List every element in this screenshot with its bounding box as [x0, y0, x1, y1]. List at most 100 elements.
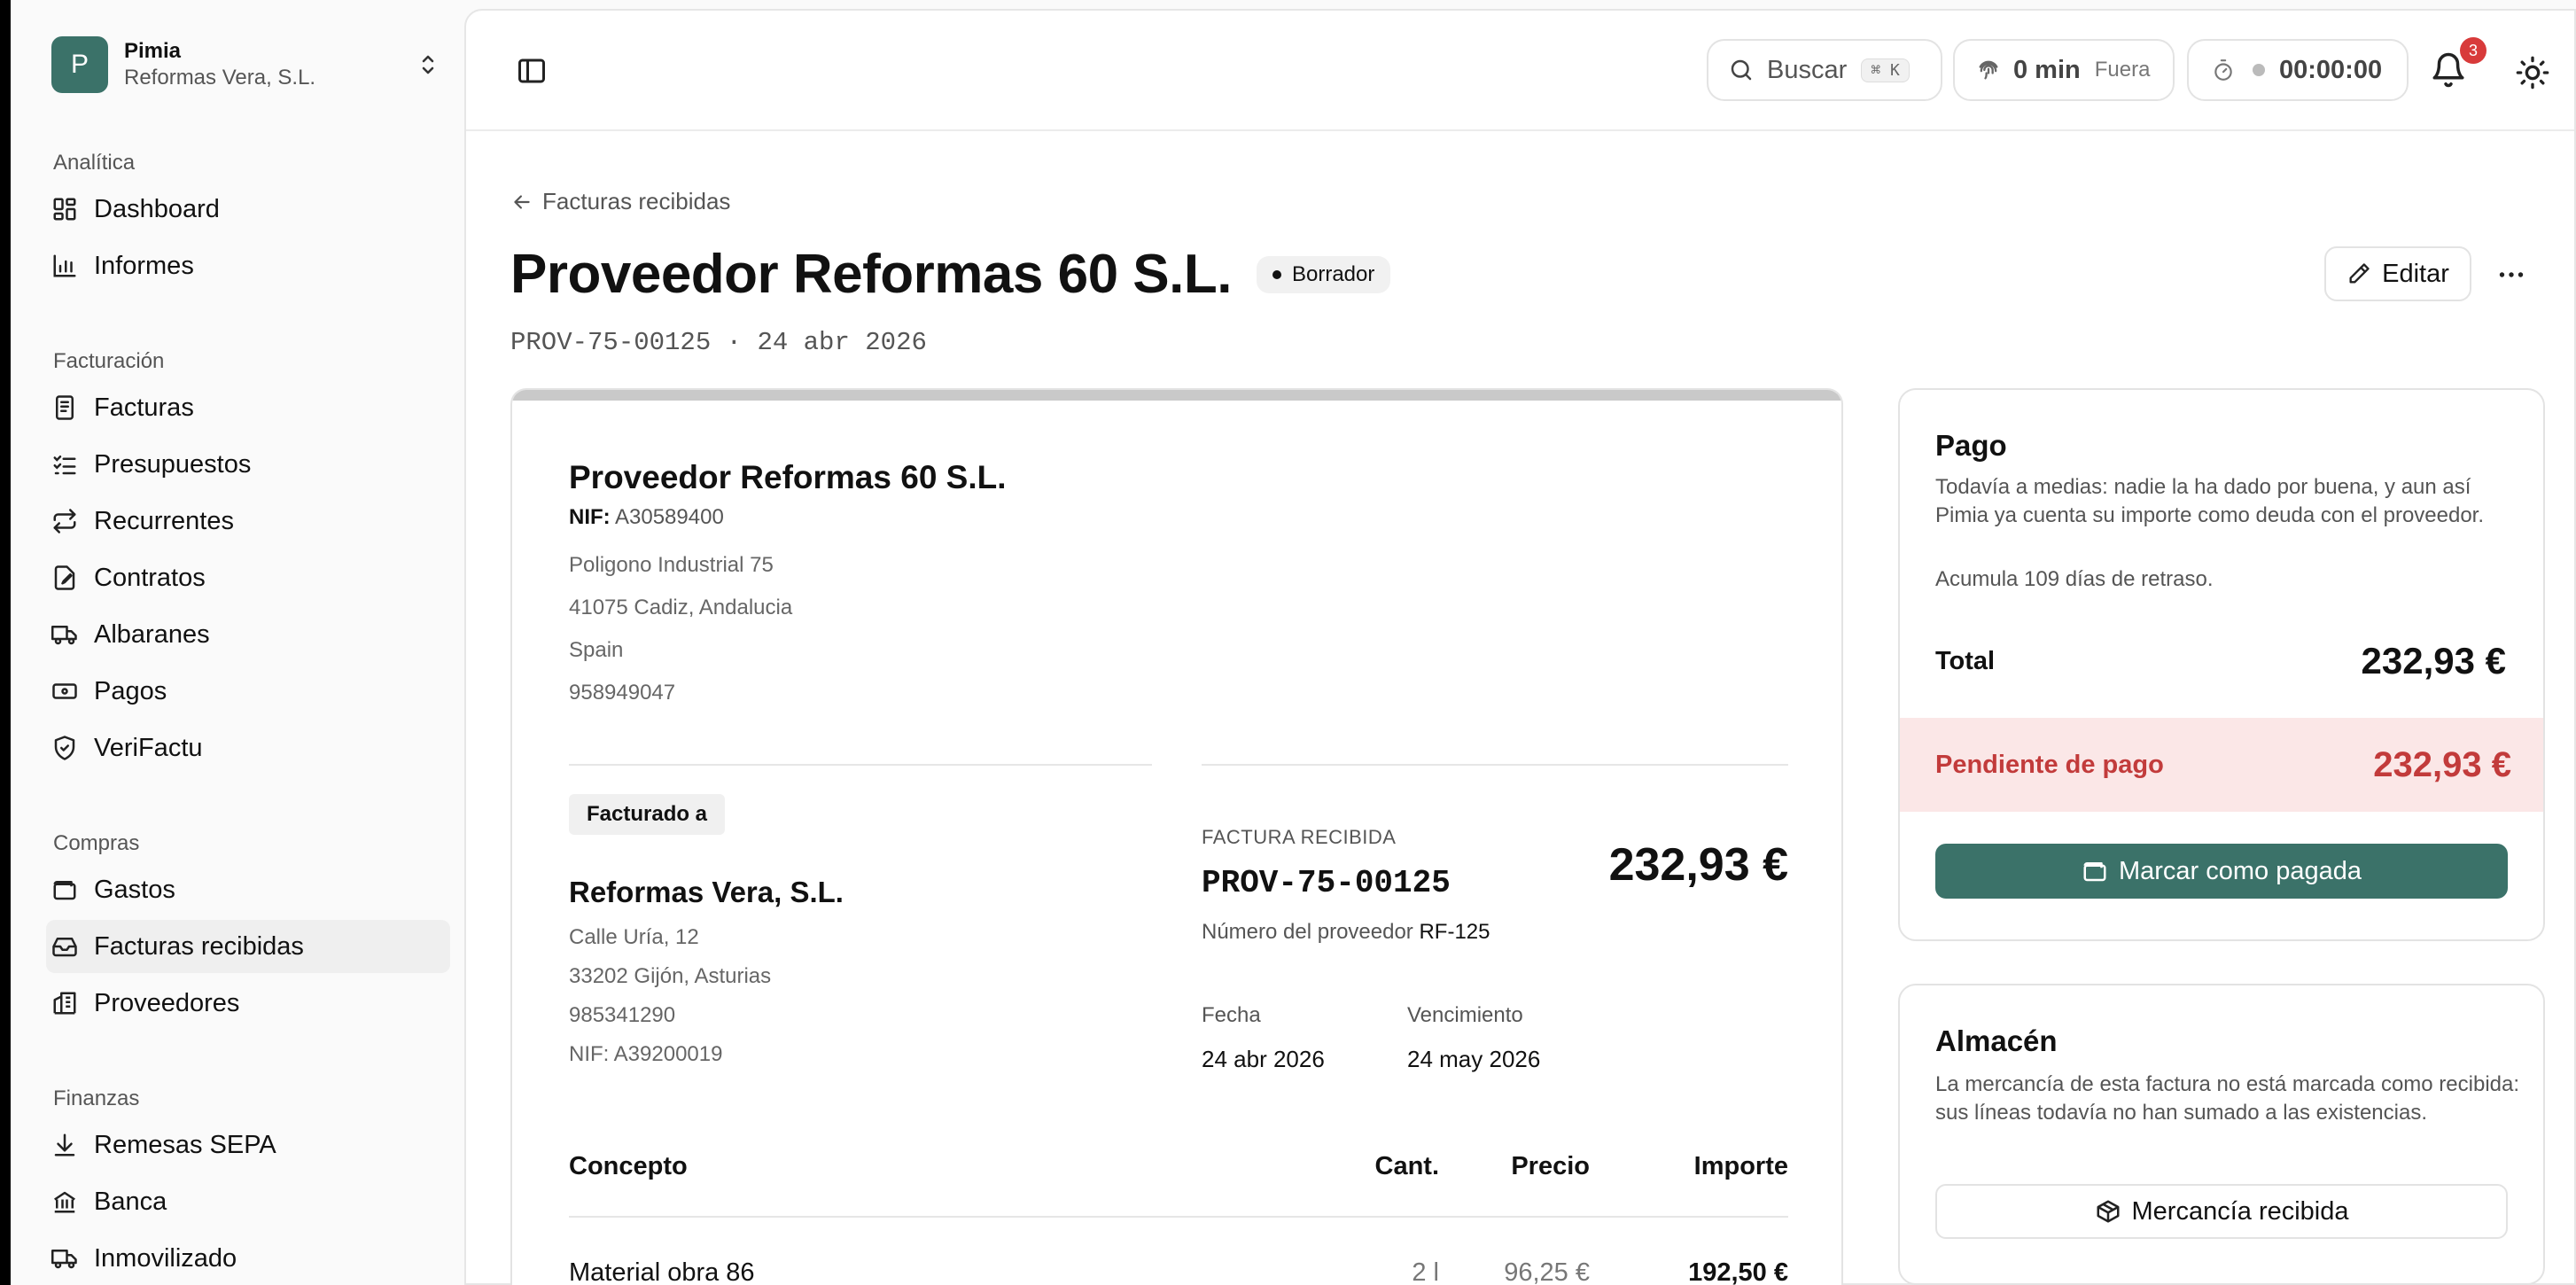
status-badge: Borrador: [1256, 255, 1391, 293]
sidebar: P Pimia Reformas Vera, S.L. Analítica Da…: [11, 0, 464, 1285]
sidebar-item-facturas-recibidas[interactable]: Facturas recibidas: [46, 920, 450, 973]
time-tracking-button[interactable]: 0 min Fuera: [1953, 39, 2175, 101]
provider-number: Número del proveedor RF-125: [1202, 920, 1490, 945]
back-link[interactable]: Facturas recibidas: [510, 188, 730, 215]
supplier-name: Proveedor Reformas 60 S.L.: [569, 459, 1007, 495]
inbox-icon: [52, 938, 77, 957]
org-text: Pimia Reformas Vera, S.L.: [124, 38, 415, 91]
sidebar-toggle-icon[interactable]: [516, 55, 548, 87]
sidebar-item-label: Informes: [94, 251, 194, 280]
goods-received-button[interactable]: Mercancía recibida: [1935, 1184, 2508, 1239]
payment-description: Todavía a medias: nadie la ha dado por b…: [1935, 475, 2485, 527]
supplier-address-line: Poligono Industrial 75: [569, 553, 774, 577]
sidebar-item-label: Remesas SEPA: [94, 1130, 276, 1159]
timer-status-dot: [2253, 64, 2265, 76]
payment-delay-note: Acumula 109 días de retraso.: [1935, 567, 2214, 591]
client-address: Calle Uría, 12 33202 Gijón, Asturias 985…: [569, 918, 771, 1074]
more-options-icon[interactable]: [2495, 259, 2527, 291]
topbar: Buscar ⌘ K 0 min Fuera 00:00:00 3: [466, 11, 2574, 131]
timer-value: 00:00:00: [2279, 55, 2383, 84]
repeat-icon: [53, 509, 76, 533]
nav-heading: Compras: [53, 831, 140, 855]
divider: [569, 764, 1152, 766]
client-nif: NIF: A39200019: [569, 1042, 723, 1066]
sidebar-item-informes[interactable]: Informes: [46, 239, 450, 292]
truck-icon: [51, 626, 77, 645]
row-qty: 2 l: [1412, 1258, 1439, 1285]
org-name: Pimia: [124, 39, 182, 63]
nav-section-finanzas: Finanzas Remesas SEPA Banca Inmovilizado: [51, 1079, 450, 1285]
payment-total-row: Total 232,93 €: [1935, 627, 2506, 695]
sidebar-item-albaranes[interactable]: Albaranes: [46, 608, 450, 661]
sidebar-item-recurrentes[interactable]: Recurrentes: [46, 495, 450, 548]
wallet-icon: [53, 881, 76, 900]
pending-label: Pendiente de pago: [1935, 750, 2164, 779]
sidebar-item-dashboard[interactable]: Dashboard: [46, 183, 450, 236]
download-icon: [54, 1133, 75, 1156]
building-icon: [53, 992, 76, 1015]
sun-icon[interactable]: [2515, 55, 2550, 90]
sidebar-item-inmovilizado[interactable]: Inmovilizado: [46, 1232, 450, 1285]
search-shortcut: ⌘ K: [1861, 58, 1910, 82]
sidebar-item-verifactu[interactable]: VeriFactu: [46, 721, 450, 775]
timer-button[interactable]: 00:00:00: [2187, 39, 2409, 101]
sidebar-item-gastos[interactable]: Gastos: [46, 863, 450, 916]
stopwatch-icon: [2214, 59, 2232, 81]
sidebar-item-remesas-sepa[interactable]: Remesas SEPA: [46, 1118, 450, 1172]
status-label: Borrador: [1291, 261, 1375, 286]
checklist-icon: [53, 456, 76, 475]
client-phone: 985341290: [569, 1003, 676, 1027]
contract-icon: [54, 565, 75, 590]
nav-section-facturacion: Facturación Facturas Presupuestos Recurr…: [51, 342, 450, 778]
supplier-nif-label: NIF:: [569, 505, 611, 529]
date-value: 24 abr 2026: [1202, 1046, 1325, 1072]
time-status: Fuera: [2094, 58, 2151, 82]
sidebar-item-banca[interactable]: Banca: [46, 1175, 450, 1228]
status-dot: [1272, 269, 1281, 279]
org-switcher[interactable]: P Pimia Reformas Vera, S.L.: [51, 35, 441, 94]
org-avatar: P: [51, 36, 108, 93]
nav-heading: Facturación: [53, 349, 165, 373]
sidebar-item-proveedores[interactable]: Proveedores: [46, 977, 450, 1030]
edit-button-label: Editar: [2382, 259, 2449, 288]
goods-received-label: Mercancía recibida: [2131, 1196, 2349, 1226]
bank-icon: [54, 1191, 75, 1213]
pencil-icon: [2349, 263, 2370, 284]
document-top-bar: [512, 390, 1841, 401]
nav-heading: Analítica: [53, 151, 136, 175]
client-address-line: Calle Uría, 12: [569, 925, 699, 949]
line-items-header: Concepto Cant. Precio Importe: [569, 1152, 1788, 1196]
chevron-updown-icon[interactable]: [415, 47, 441, 82]
warehouse-title: Almacén: [1935, 1024, 2058, 1057]
invoice-subline: PROV-75-00125 · 24 abr 2026: [510, 328, 927, 357]
payment-title: Pago: [1935, 429, 2007, 462]
mark-as-paid-button[interactable]: Marcar como pagada: [1935, 844, 2508, 899]
column-header-concept: Concepto: [569, 1152, 688, 1180]
provider-number-label: Número del proveedor: [1202, 920, 1413, 944]
sidebar-item-label: Albaranes: [94, 619, 210, 649]
notification-badge: 3: [2460, 37, 2487, 64]
time-value: 0 min: [2013, 55, 2081, 84]
org-company: Reformas Vera, S.L.: [124, 66, 316, 90]
sidebar-item-facturas[interactable]: Facturas: [46, 381, 450, 434]
edit-button[interactable]: Editar: [2324, 246, 2471, 301]
truck-icon: [51, 1250, 77, 1269]
due-date-value: 24 may 2026: [1407, 1046, 1541, 1072]
main-content: Buscar ⌘ K 0 min Fuera 00:00:00 3 Factur…: [464, 9, 2576, 1285]
search-button[interactable]: Buscar ⌘ K: [1707, 39, 1942, 101]
sidebar-item-presupuestos[interactable]: Presupuestos: [46, 438, 450, 491]
nav-heading: Finanzas: [53, 1086, 140, 1110]
column-header-amount: Importe: [1693, 1152, 1788, 1180]
client-address-line: 33202 Gijón, Asturias: [569, 964, 772, 988]
invoice-document: Proveedor Reformas 60 S.L. NIF: A3058940…: [510, 388, 1843, 1285]
sidebar-item-pagos[interactable]: Pagos: [46, 665, 450, 718]
mark-as-paid-label: Marcar como pagada: [2118, 856, 2362, 885]
sidebar-item-label: Banca: [94, 1187, 167, 1216]
supplier-nif-value: A30589400: [615, 505, 724, 529]
divider: [1202, 764, 1788, 766]
sidebar-item-label: Contratos: [94, 563, 206, 592]
search-icon: [1731, 59, 1752, 81]
invoice-number: PROV-75-00125: [1202, 865, 1451, 901]
sidebar-item-label: VeriFactu: [94, 733, 203, 762]
sidebar-item-contratos[interactable]: Contratos: [46, 551, 450, 604]
